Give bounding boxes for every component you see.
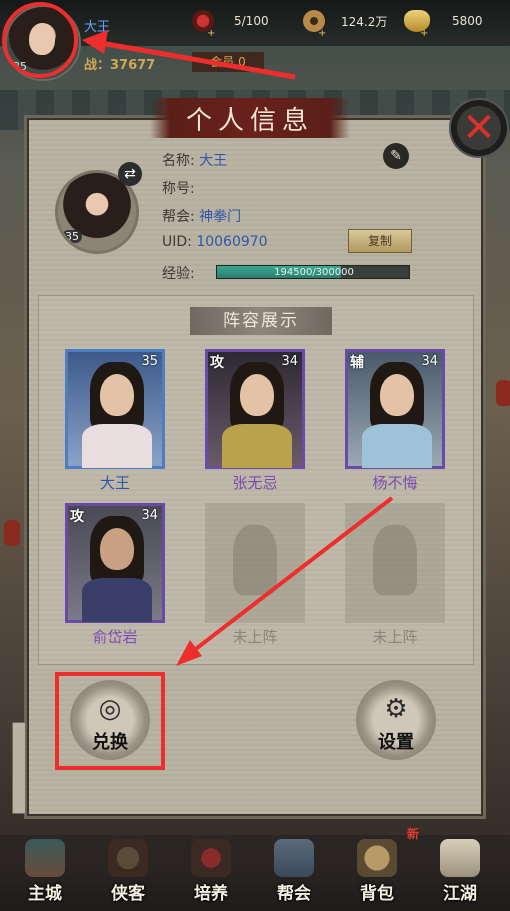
nav-label: 培养: [194, 884, 228, 904]
player-name: 大王: [84, 20, 111, 35]
nav-cultivate[interactable]: 培养: [176, 835, 246, 911]
nav-guild[interactable]: 帮会: [259, 835, 329, 911]
title-label: 称号:: [162, 181, 195, 197]
hero-face: [100, 374, 134, 416]
resource-value: 5800: [452, 14, 483, 28]
empty-slot-label: 未上阵: [232, 628, 278, 646]
exp-label: 经验:: [162, 266, 195, 282]
edit-name-icon[interactable]: ✎: [383, 143, 409, 169]
hero-face: [240, 374, 274, 416]
hero-outfit: [82, 578, 152, 622]
uid-value: 10060970: [196, 234, 268, 250]
nav-backpack[interactable]: 背包: [342, 835, 412, 911]
lineup-title: 阵容展示: [190, 307, 332, 335]
hero-level: 34: [141, 508, 158, 523]
vip-member-badge[interactable]: 会员 0: [192, 52, 264, 72]
guild-row: 帮会: 神拳门: [162, 206, 241, 226]
attack-role-tag: 攻: [210, 355, 224, 371]
side-decoration: [12, 722, 26, 814]
gear-icon: ⚙: [384, 694, 408, 724]
nav-jianghu[interactable]: 江湖: [425, 835, 495, 911]
nav-label: 帮会: [277, 884, 311, 904]
settings-label: 设置: [378, 732, 414, 753]
hero-level: 35: [141, 354, 158, 369]
hero-level: 34: [281, 354, 298, 369]
combat-power: 战：37677: [84, 58, 156, 73]
attack-role-tag: 攻: [70, 509, 84, 525]
hero-outfit: [222, 424, 292, 468]
jianghu-icon: [440, 839, 480, 877]
hero-card[interactable]: 攻 34: [65, 503, 165, 623]
uid-label: UID:: [162, 234, 192, 250]
hero-outfit: [362, 424, 432, 468]
resource-gold[interactable]: 5800: [404, 10, 483, 32]
settings-button[interactable]: ⚙ 设置: [356, 680, 436, 760]
empty-slot-silhouette: [233, 525, 277, 595]
change-avatar-icon[interactable]: ⇄: [118, 162, 142, 186]
panel-title: 个人信息: [150, 98, 350, 138]
name-value: 大王: [199, 153, 228, 169]
add-icon[interactable]: +: [207, 29, 215, 39]
nav-label: 侠客: [111, 884, 145, 904]
empty-slot-silhouette: [373, 525, 417, 595]
exp-row: 经验:: [162, 263, 195, 283]
heroes-icon: [108, 839, 148, 877]
hero-name: 杨不悔: [372, 474, 418, 492]
hero-card[interactable]: 攻 34: [205, 349, 305, 469]
empty-slot[interactable]: [205, 503, 305, 623]
hero-name: 张无忌: [232, 474, 278, 492]
add-icon[interactable]: +: [420, 29, 428, 39]
main-city-icon: [25, 839, 65, 877]
nav-label: 背包: [360, 884, 394, 904]
backpack-icon: [357, 839, 397, 877]
guild-icon: [274, 839, 314, 877]
name-row: 名称: 大王: [162, 150, 227, 170]
highlight-circle: [2, 2, 78, 78]
name-label: 名称:: [162, 153, 195, 169]
empty-slot[interactable]: [345, 503, 445, 623]
copy-uid-button[interactable]: 复制: [348, 229, 412, 253]
profile-level: 35: [62, 230, 82, 243]
hero-outfit: [82, 424, 152, 468]
guild-label: 帮会:: [162, 209, 195, 225]
close-button[interactable]: ✕: [449, 98, 509, 158]
highlight-box: [55, 672, 165, 770]
background-lantern: [496, 380, 510, 406]
hero-face: [100, 528, 134, 570]
nav-main-city[interactable]: 主城: [10, 835, 80, 911]
hero-card[interactable]: 35: [65, 349, 165, 469]
nav-label: 主城: [28, 884, 62, 904]
support-role-tag: 辅: [350, 355, 364, 371]
exp-progress-text: 194500/300000: [274, 267, 354, 278]
cultivate-icon: [191, 839, 231, 877]
nav-heroes[interactable]: 侠客: [93, 835, 163, 911]
uid-row: UID: 10060970: [162, 234, 268, 250]
guild-value: 神拳门: [199, 209, 242, 225]
title-row: 称号:: [162, 178, 195, 198]
hero-card[interactable]: 辅 34: [345, 349, 445, 469]
background-lantern: [4, 520, 20, 546]
resource-stamina[interactable]: 5/100: [192, 10, 269, 32]
resource-copper[interactable]: 124.2万: [303, 10, 387, 32]
hero-level: 34: [421, 354, 438, 369]
hero-name: 俞岱岩: [92, 628, 138, 646]
empty-slot-label: 未上阵: [372, 628, 418, 646]
resource-value: 5/100: [234, 14, 269, 28]
add-icon[interactable]: +: [318, 29, 326, 39]
resource-value: 124.2万: [341, 14, 388, 29]
nav-label: 江湖: [443, 884, 477, 904]
exp-progress-bar: 194500/300000: [216, 265, 410, 279]
hero-name: 大王: [99, 474, 130, 492]
hero-face: [380, 374, 414, 416]
